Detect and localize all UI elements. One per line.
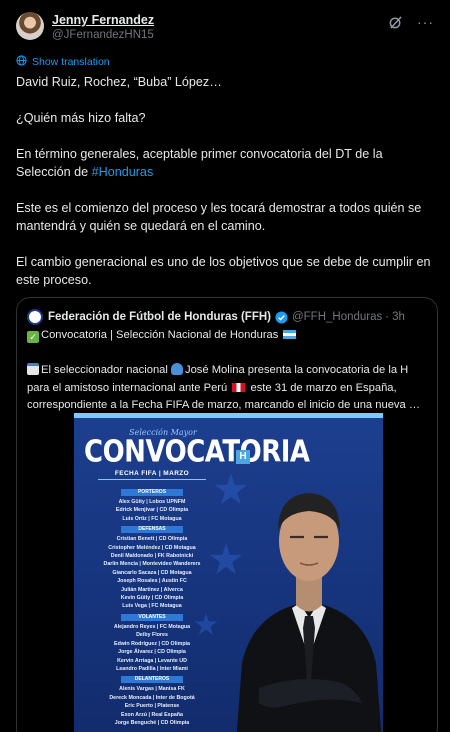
- roster-player: Cristian Benett | CD Olimpia: [116, 536, 188, 543]
- tweet-paragraph: Este es el comienzo del proceso y les to…: [16, 201, 422, 233]
- author-name[interactable]: Jenny Fernandez: [52, 13, 154, 27]
- roster-player: Cristopher Meléndez | CD Motagua: [108, 544, 196, 551]
- coach-photo: [236, 493, 382, 732]
- quoted-text-a: El seleccionador nacional: [41, 364, 171, 376]
- globe-icon: [16, 55, 27, 69]
- poster-divider: [98, 479, 206, 480]
- quoted-line: ✓ Convocatoria | Selección Nacional de Ho…: [27, 327, 429, 345]
- show-translation-link[interactable]: Show translation: [16, 55, 110, 69]
- tweet-header: Jenny Fernandez @JFernandezHN15 ···: [16, 12, 434, 46]
- quoted-line-text: Convocatoria | Selección Nacional de Hon…: [41, 329, 279, 341]
- roster-player: Kevin Güity | CD Olimpia: [120, 595, 184, 602]
- author-handle[interactable]: @JFernandezHN15: [52, 29, 154, 41]
- tweet-paragraph: ¿Quién más hizo falta?: [16, 111, 146, 125]
- quoted-paragraph: El seleccionador nacional José Molina pr…: [27, 362, 429, 415]
- roster-player: Eric Puerto | Platense: [124, 703, 180, 710]
- grok-icon[interactable]: [387, 14, 403, 30]
- more-options-icon[interactable]: ···: [417, 14, 434, 30]
- roster-section-label: DEFENSAS: [121, 526, 183, 534]
- verified-badge-icon: [275, 310, 288, 324]
- peru-flag-icon: [232, 382, 246, 392]
- roster-section-label: DELANTEROS: [121, 676, 183, 684]
- roster-player: Alenis Vargas | Manisa FK: [119, 686, 185, 693]
- person-icon: [170, 363, 183, 375]
- roster-player: Edrick Menjívar | CD Olimpia: [115, 507, 189, 514]
- quoted-timestamp: 3h: [392, 311, 405, 323]
- quoted-avatar: [27, 309, 43, 325]
- calendar-icon: [27, 363, 39, 375]
- quoted-tweet[interactable]: Federación de Fútbol de Honduras (FFH) @…: [16, 297, 438, 732]
- roster-section-label: VOLANTES: [121, 613, 183, 621]
- roster-player: Alex Güity | Lobos UPNFM: [118, 499, 186, 505]
- poster-subtitle: FECHA FIFA | MARZO: [114, 470, 190, 477]
- poster-roster: PORTEROS Alex Güity | Lobos UPNFM Edrick M…: [92, 486, 212, 728]
- roster-player: Deiby Flores: [136, 632, 168, 639]
- tweet-paragraph: David Ruiz, Rochez, “Buba” López…: [16, 75, 222, 89]
- roster-player: Alejandro Reyes | FC Motagua: [113, 623, 191, 630]
- tweet-text-span: En término generales, aceptable primer c…: [16, 147, 383, 179]
- convocatoria-poster-image[interactable]: Selección Mayor CONVOCATORIA H FECHA FIF…: [74, 413, 383, 732]
- roster-player: Denil Maldonado | FK Rabotnicki: [110, 553, 194, 560]
- roster-player: Julián Martínez | Alverca: [121, 586, 183, 593]
- tweet-paragraph: El cambio generacional es uno de los obj…: [16, 255, 431, 287]
- roster-player: Exon Arzú | Real España: [121, 711, 183, 718]
- tweet-paragraph: En término generales, aceptable primer c…: [16, 145, 434, 181]
- show-translation-label: Show translation: [32, 56, 110, 68]
- roster-section: PORTEROS Alex Güity | Lobos UPNFM Edrick M…: [92, 489, 212, 523]
- roster-player: Luis Ortiz | FC Motagua: [122, 515, 182, 522]
- roster-player: Kervin Arriaga | Levante UD: [117, 657, 187, 664]
- quoted-author-handle: @FFH_Honduras: [291, 311, 383, 323]
- roster-player: Edwin Rodríguez | CD Olimpia: [114, 640, 190, 647]
- roster-player: Jorge Benguché | CD Olimpia: [114, 719, 190, 726]
- author-avatar[interactable]: [16, 12, 44, 40]
- roster-player: Jorge Álvarez | CD Olimpia: [118, 649, 186, 656]
- header-actions: ···: [387, 14, 434, 30]
- roster-player: Luis Vega | FC Motagua: [122, 603, 182, 610]
- roster-section: DEFENSAS Cristian Benett | CD Olimpia Cris…: [92, 526, 212, 611]
- roster-player: Leandro Padilla | Inter Miami: [116, 665, 188, 672]
- quoted-author-name: Federación de Fútbol de Honduras (FFH): [48, 311, 271, 323]
- honduras-flag-icon: [283, 330, 297, 339]
- meta-separator: ·: [385, 311, 390, 323]
- tweet-text: David Ruiz, Rochez, “Buba” López… ¿Quién…: [16, 73, 434, 307]
- roster-section: DELANTEROS Alenis Vargas | Manisa FK Derec…: [92, 676, 212, 727]
- roster-player: Darlin Mencia | Montevideo Wanderers: [103, 561, 201, 568]
- roster-section: VOLANTES Alejandro Reyes | FC Motagua Deib…: [92, 613, 212, 673]
- roster-player: Dereck Moncada | Inter de Bogotá: [109, 694, 195, 701]
- quoted-header: Federación de Fútbol de Honduras (FFH) @…: [27, 309, 405, 325]
- check-mark-icon: ✓: [27, 331, 39, 343]
- roster-section-label: PORTEROS: [121, 489, 183, 496]
- hashtag-link[interactable]: #Honduras: [92, 165, 154, 179]
- roster-player: Giancarlo Sacaza | CD Motagua: [112, 569, 192, 576]
- roster-player: Joseph Rosales | Austin FC: [117, 578, 187, 585]
